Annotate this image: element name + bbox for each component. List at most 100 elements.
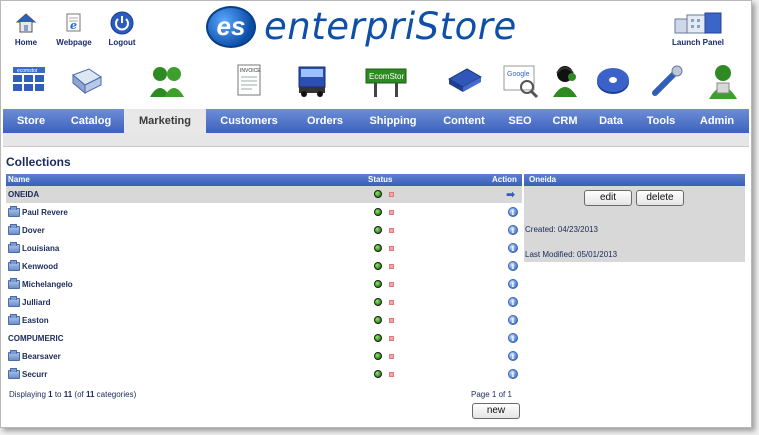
- tab-data[interactable]: Data: [591, 109, 631, 133]
- info-icon[interactable]: i: [508, 315, 518, 325]
- table-row[interactable]: Paul Revere i: [6, 203, 522, 221]
- row-name[interactable]: ONEIDA: [8, 190, 39, 199]
- row-name[interactable]: Dover: [8, 224, 45, 235]
- table-row[interactable]: Kenwood i: [6, 257, 522, 275]
- row-name[interactable]: Bearsaver: [8, 350, 61, 361]
- admin-user-icon[interactable]: [703, 61, 743, 101]
- tools-wrench-icon[interactable]: [647, 61, 687, 101]
- tab-admin[interactable]: Admin: [693, 109, 741, 133]
- invoice-icon[interactable]: INVOICE: [229, 61, 269, 101]
- home-icon: [14, 11, 38, 35]
- row-name[interactable]: Paul Revere: [8, 206, 68, 217]
- row-name[interactable]: Louisiana: [8, 242, 59, 253]
- table-row[interactable]: Bearsaver i: [6, 347, 522, 365]
- crm-support-icon[interactable]: [547, 61, 587, 101]
- table-row[interactable]: Michelangelo i: [6, 275, 522, 293]
- power-icon: [110, 11, 134, 35]
- info-icon[interactable]: i: [508, 333, 518, 343]
- info-icon[interactable]: i: [508, 279, 518, 289]
- google-search-icon[interactable]: Google: [501, 61, 541, 101]
- main-tab-bar: Store Catalog Marketing Customers Orders…: [3, 109, 749, 133]
- disc-icon[interactable]: [593, 61, 633, 101]
- table-row[interactable]: Julliard i: [6, 293, 522, 311]
- status-inactive-icon[interactable]: [389, 246, 394, 251]
- info-icon[interactable]: i: [508, 207, 518, 217]
- info-icon[interactable]: i: [508, 369, 518, 379]
- catalog-icon[interactable]: [67, 61, 107, 101]
- tab-content[interactable]: Content: [435, 109, 493, 133]
- info-icon[interactable]: i: [508, 261, 518, 271]
- status-inactive-icon[interactable]: [389, 228, 394, 233]
- status-inactive-icon[interactable]: [389, 282, 394, 287]
- table-header: Name Status Action: [6, 174, 522, 186]
- row-name[interactable]: Julliard: [8, 296, 50, 307]
- status-active-icon[interactable]: [374, 334, 382, 342]
- logout-link[interactable]: Logout: [103, 11, 141, 47]
- arrow-right-icon[interactable]: ➡: [506, 188, 515, 201]
- tab-crm[interactable]: CRM: [545, 109, 585, 133]
- status-inactive-icon[interactable]: [389, 354, 394, 359]
- status-active-icon[interactable]: [374, 226, 382, 234]
- folder-icon: [8, 314, 20, 325]
- data-book-icon[interactable]: [445, 61, 485, 101]
- status-active-icon[interactable]: [374, 370, 382, 378]
- row-name[interactable]: Easton: [8, 314, 49, 325]
- status-inactive-icon[interactable]: [389, 336, 394, 341]
- tab-store[interactable]: Store: [3, 109, 59, 133]
- row-name[interactable]: Securr: [8, 368, 47, 379]
- customers-icon[interactable]: [147, 61, 187, 101]
- tab-catalog[interactable]: Catalog: [59, 109, 123, 133]
- status-inactive-icon[interactable]: [389, 372, 394, 377]
- status-active-icon[interactable]: [374, 190, 382, 198]
- home-link[interactable]: Home: [7, 11, 45, 47]
- ecomstor-sign-icon[interactable]: EcomStor: [364, 61, 408, 101]
- status-active-icon[interactable]: [374, 316, 382, 324]
- table-row[interactable]: Easton i: [6, 311, 522, 329]
- column-header-status: Status: [368, 175, 393, 184]
- delete-button[interactable]: delete: [636, 190, 684, 206]
- status-active-icon[interactable]: [374, 352, 382, 360]
- status-active-icon[interactable]: [374, 244, 382, 252]
- status-active-icon[interactable]: [374, 280, 382, 288]
- status-inactive-icon[interactable]: [389, 300, 394, 305]
- row-name[interactable]: Kenwood: [8, 260, 58, 271]
- status-active-icon[interactable]: [374, 208, 382, 216]
- home-label: Home: [14, 38, 38, 47]
- ecomstor-grid-icon[interactable]: ecomstor: [9, 61, 49, 101]
- webpage-label: Webpage: [56, 38, 92, 47]
- info-icon[interactable]: i: [508, 243, 518, 253]
- status-inactive-icon[interactable]: [389, 192, 394, 197]
- tab-marketing[interactable]: Marketing: [124, 109, 206, 133]
- launch-panel-link[interactable]: Launch Panel: [663, 11, 733, 47]
- tab-orders[interactable]: Orders: [295, 109, 355, 133]
- webpage-link[interactable]: e Webpage: [55, 11, 93, 47]
- edit-button[interactable]: edit: [584, 190, 632, 206]
- folder-icon: [8, 278, 20, 289]
- webpage-icon: e: [62, 11, 86, 35]
- info-icon[interactable]: i: [508, 225, 518, 235]
- status-active-icon[interactable]: [374, 298, 382, 306]
- table-row[interactable]: COMPUMERIC i: [6, 329, 522, 347]
- status-inactive-icon[interactable]: [389, 318, 394, 323]
- tab-customers[interactable]: Customers: [213, 109, 285, 133]
- folder-icon: [8, 296, 20, 307]
- info-icon[interactable]: i: [508, 351, 518, 361]
- status-active-icon[interactable]: [374, 262, 382, 270]
- shipping-truck-icon[interactable]: [293, 61, 333, 101]
- tab-seo[interactable]: SEO: [500, 109, 540, 133]
- row-name[interactable]: Michelangelo: [8, 278, 73, 289]
- info-icon[interactable]: i: [508, 297, 518, 307]
- tab-tools[interactable]: Tools: [639, 109, 683, 133]
- sub-tab-bar: [3, 133, 749, 147]
- row-name[interactable]: COMPUMERIC: [8, 334, 64, 343]
- table-row[interactable]: ONEIDA ➡: [6, 186, 522, 203]
- tab-shipping[interactable]: Shipping: [361, 109, 425, 133]
- table-row[interactable]: Securr i: [6, 365, 522, 383]
- table-row[interactable]: Louisiana i: [6, 239, 522, 257]
- module-icon-row: ecomstor INVOICE EcomStor Google: [9, 61, 749, 101]
- new-button[interactable]: new: [472, 403, 520, 419]
- table-row[interactable]: Dover i: [6, 221, 522, 239]
- pagination-summary: Displaying 1 to 11 (of 11 categories): [9, 390, 137, 399]
- status-inactive-icon[interactable]: [389, 264, 394, 269]
- status-inactive-icon[interactable]: [389, 210, 394, 215]
